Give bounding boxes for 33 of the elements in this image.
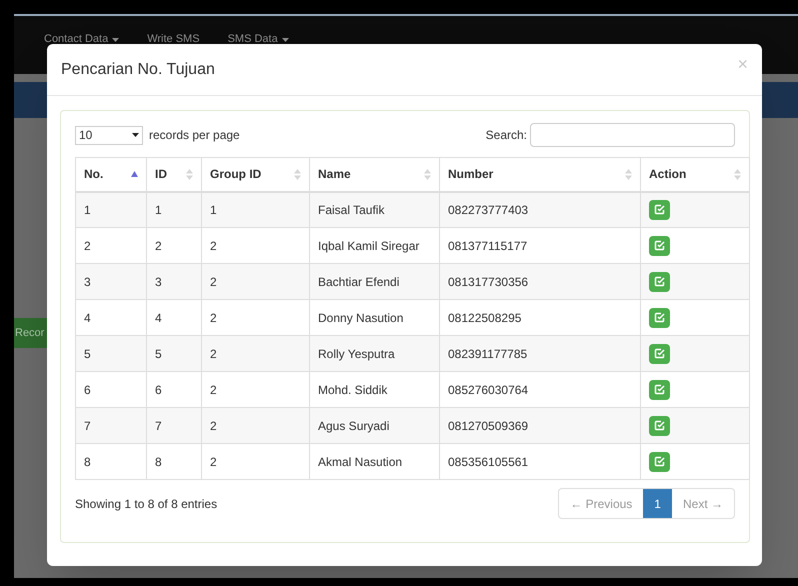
nav-link[interactable]: Contact Data [44, 33, 120, 46]
table-cell: 8 [146, 444, 202, 480]
edit-icon [654, 276, 665, 287]
select-button[interactable] [649, 200, 670, 220]
edit-icon [654, 456, 665, 467]
edit-icon [654, 204, 665, 216]
select-button[interactable] [649, 236, 670, 256]
edit-icon [654, 384, 665, 395]
nav-link[interactable]: SMS Data [228, 33, 289, 46]
search-label: Search: [486, 127, 527, 144]
select-button[interactable] [649, 452, 670, 472]
edit-icon [654, 312, 665, 323]
table-cell: Akmal Nasution [310, 444, 440, 480]
nav-link[interactable]: Write SMS [147, 33, 200, 46]
record-button[interactable]: Recor [14, 318, 47, 348]
modal-title: Pencarian No. Tujuan [61, 60, 215, 80]
select-button[interactable] [649, 416, 670, 436]
table-cell: 8 [76, 444, 146, 480]
page-button[interactable]: 1 [643, 489, 672, 518]
edit-icon [654, 240, 665, 251]
caret-icon [132, 133, 139, 137]
select-button[interactable] [649, 308, 670, 328]
select-button[interactable] [649, 272, 670, 292]
records-per-page-select[interactable]: 10 [75, 126, 143, 144]
table-cell: 085356105561 [440, 444, 640, 480]
edit-icon [654, 348, 665, 359]
search-field[interactable] [530, 123, 735, 147]
edit-icon [654, 420, 665, 431]
select-button[interactable] [649, 344, 670, 364]
select-button[interactable] [649, 380, 670, 400]
table-cell: 2 [202, 444, 310, 480]
records-per-page-label: records per page [149, 127, 240, 144]
entries-info: Showing 1 to 8 of 8 entries [75, 496, 218, 512]
